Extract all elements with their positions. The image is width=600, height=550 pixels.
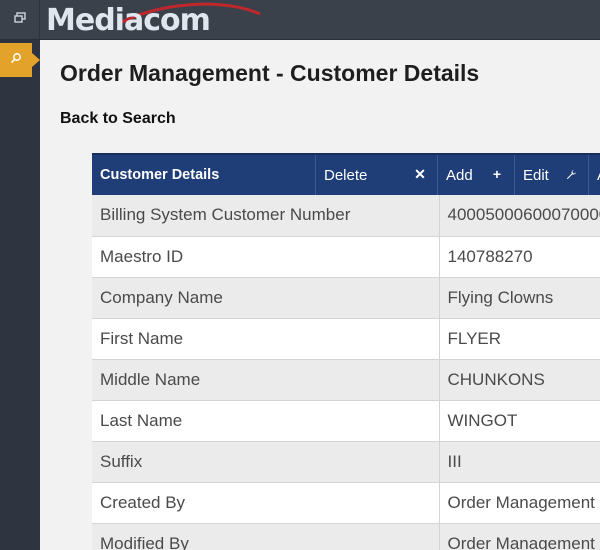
row-label: Last Name xyxy=(92,400,440,442)
table-row: Company Name Flying Clowns xyxy=(92,277,600,319)
row-value: FLYER xyxy=(439,318,600,360)
add-button[interactable]: Add + xyxy=(438,155,515,195)
logo-text: Mediacom xyxy=(46,3,211,38)
table-row: First Name FLYER xyxy=(92,318,600,360)
row-label: Company Name xyxy=(92,277,440,319)
more-actions-button[interactable]: A xyxy=(589,155,600,195)
page-title: Order Management - Customer Details xyxy=(60,60,480,86)
add-label: Add xyxy=(446,166,473,184)
row-value: WINGOT xyxy=(439,400,600,442)
table-row: Maestro ID 140788270 xyxy=(92,236,600,278)
expand-window-button[interactable] xyxy=(0,0,40,40)
search-icon xyxy=(10,51,22,69)
mediacom-logo: Mediacom xyxy=(46,0,261,40)
edit-label: Edit xyxy=(523,166,549,184)
expand-window-icon xyxy=(13,11,26,29)
panel-title: Customer Details xyxy=(92,155,316,195)
row-label: Maestro ID xyxy=(92,236,440,278)
row-label: Billing System Customer Number xyxy=(92,195,440,237)
plus-icon: + xyxy=(492,166,502,182)
edit-button[interactable]: Edit xyxy=(515,155,589,195)
close-icon: ✕ xyxy=(414,165,426,182)
row-value: Order Management xyxy=(439,482,600,524)
main-content: Order Management - Customer Details Back… xyxy=(40,41,600,550)
top-bar: Mediacom xyxy=(0,0,600,40)
row-label: Created By xyxy=(92,482,440,524)
row-value: III xyxy=(439,441,600,483)
row-label: Middle Name xyxy=(92,359,440,401)
row-value: 400050006000700000 xyxy=(439,195,600,237)
row-value: 140788270 xyxy=(439,236,600,278)
row-value: Flying Clowns xyxy=(439,277,600,319)
table-row: Billing System Customer Number 400050006… xyxy=(92,195,600,237)
sidebar-item-search[interactable] xyxy=(0,43,40,77)
row-label: Modified By xyxy=(92,523,440,550)
row-label: Suffix xyxy=(92,441,440,483)
customer-details-panel: Customer Details Delete ✕ Add + Edit A xyxy=(92,153,600,550)
table-row: Created By Order Management xyxy=(92,482,600,524)
delete-label: Delete xyxy=(324,166,368,184)
table-row: Middle Name CHUNKONS xyxy=(92,359,600,401)
delete-button[interactable]: Delete ✕ xyxy=(316,155,438,195)
row-label: First Name xyxy=(92,318,440,360)
row-value: Order Management xyxy=(439,523,600,550)
sidebar xyxy=(0,40,40,550)
row-value: CHUNKONS xyxy=(439,359,600,401)
wrench-icon xyxy=(564,166,578,182)
customer-details-table: Billing System Customer Number 400050006… xyxy=(92,195,600,550)
panel-toolbar: Customer Details Delete ✕ Add + Edit A xyxy=(92,153,600,195)
back-to-search-link[interactable]: Back to Search xyxy=(60,110,176,128)
table-row: Last Name WINGOT xyxy=(92,400,600,442)
table-row: Modified By Order Management xyxy=(92,523,600,550)
table-row: Suffix III xyxy=(92,441,600,483)
